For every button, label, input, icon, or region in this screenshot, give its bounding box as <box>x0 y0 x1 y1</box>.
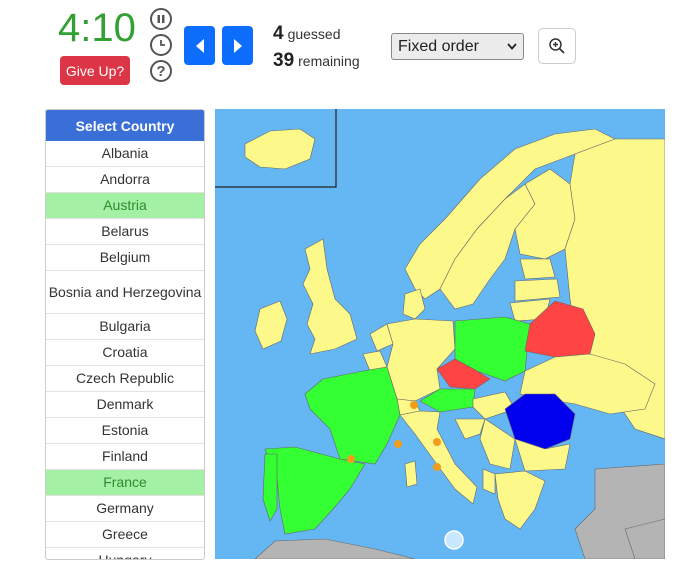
order-select[interactable]: Fixed order <box>391 33 524 60</box>
microstate-marker[interactable] <box>347 455 355 463</box>
microstate-marker[interactable] <box>394 440 402 448</box>
country-list-item[interactable]: Belgium <box>46 245 204 271</box>
next-button[interactable] <box>222 26 253 65</box>
guessed-stat: 4 guessed <box>273 23 341 45</box>
remaining-count: 39 <box>273 50 295 71</box>
give-up-button[interactable]: Give Up? <box>60 56 130 85</box>
country-list-item[interactable]: Finland <box>46 444 204 470</box>
guessed-count: 4 <box>273 23 284 44</box>
country-list-item[interactable]: Estonia <box>46 418 204 444</box>
country-list-item[interactable]: Hungary <box>46 548 204 559</box>
map-svg[interactable] <box>215 109 665 559</box>
zoom-in-icon <box>549 38 565 54</box>
chevron-down-icon <box>507 43 517 50</box>
country-list-item[interactable]: France <box>46 470 204 496</box>
country-list-item[interactable]: Croatia <box>46 340 204 366</box>
country-panel: Select Country Albania Andorra Austria Bela… <box>45 109 205 560</box>
chevron-left-icon <box>195 38 204 53</box>
country-list-item[interactable]: Greece <box>46 522 204 548</box>
microstate-marker[interactable] <box>433 438 441 446</box>
order-select-value: Fixed order <box>398 37 479 55</box>
europe-map[interactable] <box>215 109 665 559</box>
countdown-timer: 4:10 <box>58 6 136 50</box>
microstate-marker[interactable] <box>410 401 418 409</box>
zoom-button[interactable] <box>538 28 576 64</box>
country-list-item[interactable]: Germany <box>46 496 204 522</box>
country-latvia[interactable] <box>514 278 561 302</box>
country-list-item[interactable]: Bosnia and Herzegovina <box>46 271 204 314</box>
country-list-item[interactable]: Austria <box>46 193 204 219</box>
country-list-item[interactable]: Andorra <box>46 167 204 193</box>
country-list-item[interactable]: Albania <box>46 141 204 167</box>
country-list-item[interactable]: Belarus <box>46 219 204 245</box>
microstate-marker[interactable] <box>444 530 464 550</box>
chevron-right-icon <box>233 38 242 53</box>
game-page: 4:10 Give Up? ? 4 guessed 39 remaining Fix… <box>0 0 695 570</box>
guessed-label: guessed <box>287 26 341 42</box>
country-sardinia[interactable] <box>404 460 418 488</box>
country-list-item[interactable]: Bulgaria <box>46 314 204 340</box>
country-list-item[interactable]: Denmark <box>46 392 204 418</box>
clock-icon[interactable] <box>150 34 172 56</box>
panel-title: Select Country <box>46 110 204 141</box>
country-list-item[interactable]: Czech Republic <box>46 366 204 392</box>
microstate-marker[interactable] <box>433 463 441 471</box>
help-icon[interactable]: ? <box>150 60 172 82</box>
country-list: Albania Andorra Austria Belarus Belgium Bosni… <box>46 141 204 559</box>
country-estonia[interactable] <box>519 258 556 280</box>
remaining-stat: 39 remaining <box>273 50 360 72</box>
previous-button[interactable] <box>184 26 215 65</box>
pause-icon[interactable] <box>150 8 172 30</box>
remaining-label: remaining <box>298 53 360 69</box>
